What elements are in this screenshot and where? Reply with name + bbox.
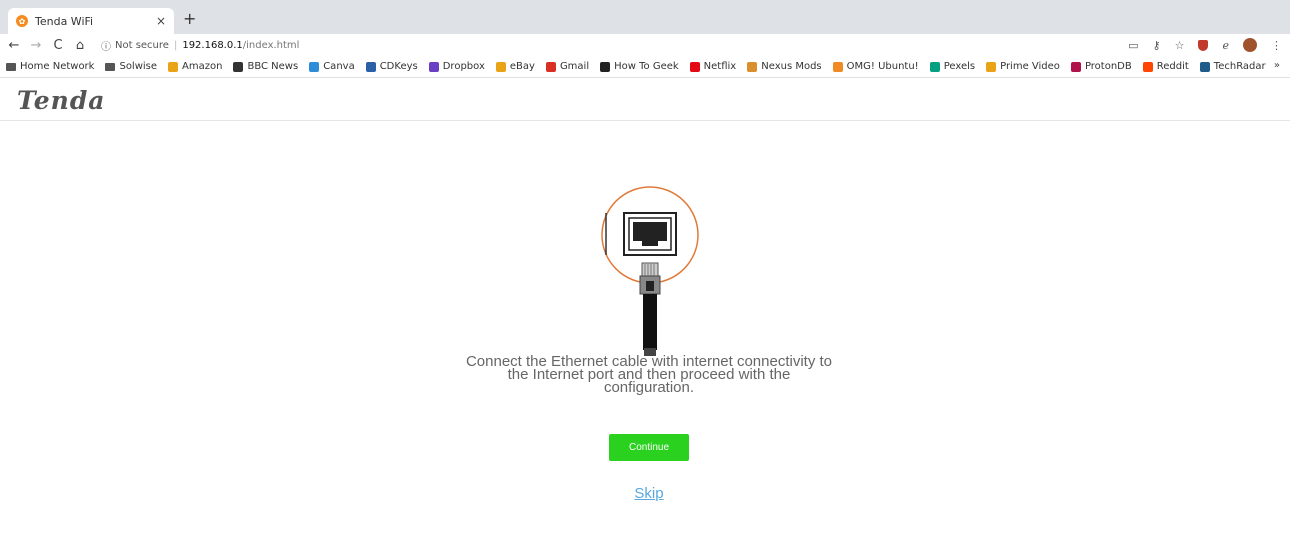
bookmark-label: Amazon (182, 61, 223, 72)
connector-pins (641, 262, 659, 278)
ethernet-illustration (601, 186, 699, 356)
omgubuntu-icon (832, 61, 843, 72)
profile-avatar[interactable] (1243, 38, 1257, 52)
gmail-icon (545, 61, 556, 72)
bookmark-item[interactable]: ProtonDB (1070, 61, 1132, 72)
tenda-favicon-icon: ✿ (16, 15, 28, 27)
new-tab-button[interactable]: + (183, 11, 196, 27)
bookmarks-bar: Home Network Solwise Amazon BBC News Canva CD… (0, 56, 1290, 78)
back-button[interactable]: ← (5, 38, 23, 53)
reddit-icon (1142, 61, 1153, 72)
address-separator: | (173, 39, 178, 51)
bookmark-item[interactable]: TechRadar (1199, 61, 1266, 72)
skip-link[interactable]: Skip (610, 485, 688, 502)
netflix-icon (689, 61, 700, 72)
bookmark-item[interactable]: Nexus Mods (747, 61, 822, 72)
folder-icon (105, 62, 116, 71)
bookmark-item[interactable]: OMG! Ubuntu! (832, 61, 919, 72)
connector-clip (646, 281, 654, 291)
bookmarks-overflow-button[interactable]: » (1274, 60, 1280, 71)
bookmark-label: Nexus Mods (761, 61, 822, 72)
tab-close-icon[interactable]: × (156, 14, 166, 28)
bookmark-label: Pexels (943, 61, 976, 72)
instruction-text: Connect the Ethernet cable with internet… (440, 354, 858, 396)
browser-tab-strip: ✿ Tenda WiFi × + (0, 0, 1290, 34)
key-icon[interactable]: ⚷ (1153, 39, 1161, 52)
primevideo-icon (986, 61, 997, 72)
address-bar[interactable]: ⓘ Not secure | 192.168.0.1 /index.html (101, 38, 299, 53)
router-setup-page: Tenda Connect the Ethernet cable with in… (0, 78, 1290, 545)
browser-toolbar: ← → C ⌂ ⓘ Not secure | 192.168.0.1 /inde… (0, 34, 1290, 56)
tenda-logo: Tenda (17, 86, 106, 115)
tab-title: Tenda WiFi (35, 14, 94, 28)
bookmark-item[interactable]: Reddit (1142, 61, 1189, 72)
bookmark-label: TechRadar (1213, 61, 1266, 72)
folder-icon (6, 62, 16, 71)
browser-menu-icon[interactable]: ⋮ (1271, 39, 1282, 52)
bookmark-label: Prime Video (1000, 61, 1060, 72)
bookmark-item[interactable]: Pexels (929, 61, 976, 72)
pexels-icon (929, 61, 940, 72)
bookmark-item[interactable]: Gmail (545, 61, 590, 72)
cdkeys-icon (365, 61, 376, 72)
bookmark-label: Canva (323, 61, 355, 72)
canva-icon (309, 61, 320, 72)
bookmark-label: Home Network (20, 61, 95, 72)
bookmark-item[interactable]: Dropbox (428, 61, 485, 72)
bookmark-label: CDKeys (379, 61, 418, 72)
bookmark-label: ProtonDB (1084, 61, 1132, 72)
protondb-icon (1070, 61, 1081, 72)
ethernet-cable (643, 294, 657, 350)
bbc-icon (233, 61, 244, 72)
bookmark-label: Dropbox (442, 61, 485, 72)
ublock-extension-icon[interactable] (1198, 39, 1209, 51)
nexusmods-icon (747, 61, 758, 72)
page-header: Tenda (0, 78, 1290, 121)
bookmark-item[interactable]: Solwise (105, 61, 157, 72)
bookmark-item[interactable]: CDKeys (365, 61, 418, 72)
bookmark-label: How To Geek (614, 61, 679, 72)
security-label: Not secure (115, 39, 169, 51)
extension-icon[interactable]: ℯ (1222, 39, 1229, 52)
bookmark-label: BBC News (247, 61, 299, 72)
bookmark-label: Netflix (703, 61, 737, 72)
bookmark-item[interactable]: Amazon (168, 61, 222, 72)
bookmark-item[interactable]: Netflix (689, 61, 737, 72)
bookmark-item[interactable]: Canva (309, 61, 355, 72)
instruction-line-3: configuration. (603, 379, 695, 396)
site-info-icon[interactable]: ⓘ (101, 38, 111, 53)
forward-button[interactable]: → (27, 38, 45, 53)
bookmark-star-icon[interactable]: ☆ (1175, 39, 1185, 52)
bookmark-item[interactable]: Prime Video (986, 61, 1060, 72)
howtogeek-icon (600, 61, 611, 72)
tab-tenda-wifi[interactable]: ✿ Tenda WiFi × (8, 8, 174, 34)
bookmark-label: Reddit (1156, 61, 1189, 72)
url-host: 192.168.0.1 (182, 39, 243, 51)
techradar-icon (1199, 61, 1210, 72)
toolbar-actions: ▭ ⚷ ☆ ℯ ⋮ (1128, 34, 1282, 56)
bookmark-label: eBay (509, 61, 535, 72)
bookmark-item[interactable]: BBC News (233, 61, 298, 72)
bookmark-label: Solwise (119, 61, 158, 72)
bookmark-item[interactable]: eBay (495, 61, 535, 72)
url-path: /index.html (242, 39, 300, 51)
continue-button[interactable]: Continue (609, 434, 689, 461)
amazon-icon (168, 61, 179, 72)
bookmark-item[interactable]: Home Network (6, 61, 94, 72)
bookmark-label: Gmail (559, 61, 590, 72)
ebay-icon (495, 61, 506, 72)
home-button[interactable]: ⌂ (71, 38, 89, 53)
dropbox-icon (428, 61, 439, 72)
bookmark-item[interactable]: How To Geek (600, 61, 679, 72)
cast-icon[interactable]: ▭ (1128, 39, 1138, 52)
reload-button[interactable]: C (49, 38, 67, 53)
bookmark-label: OMG! Ubuntu! (846, 61, 919, 72)
